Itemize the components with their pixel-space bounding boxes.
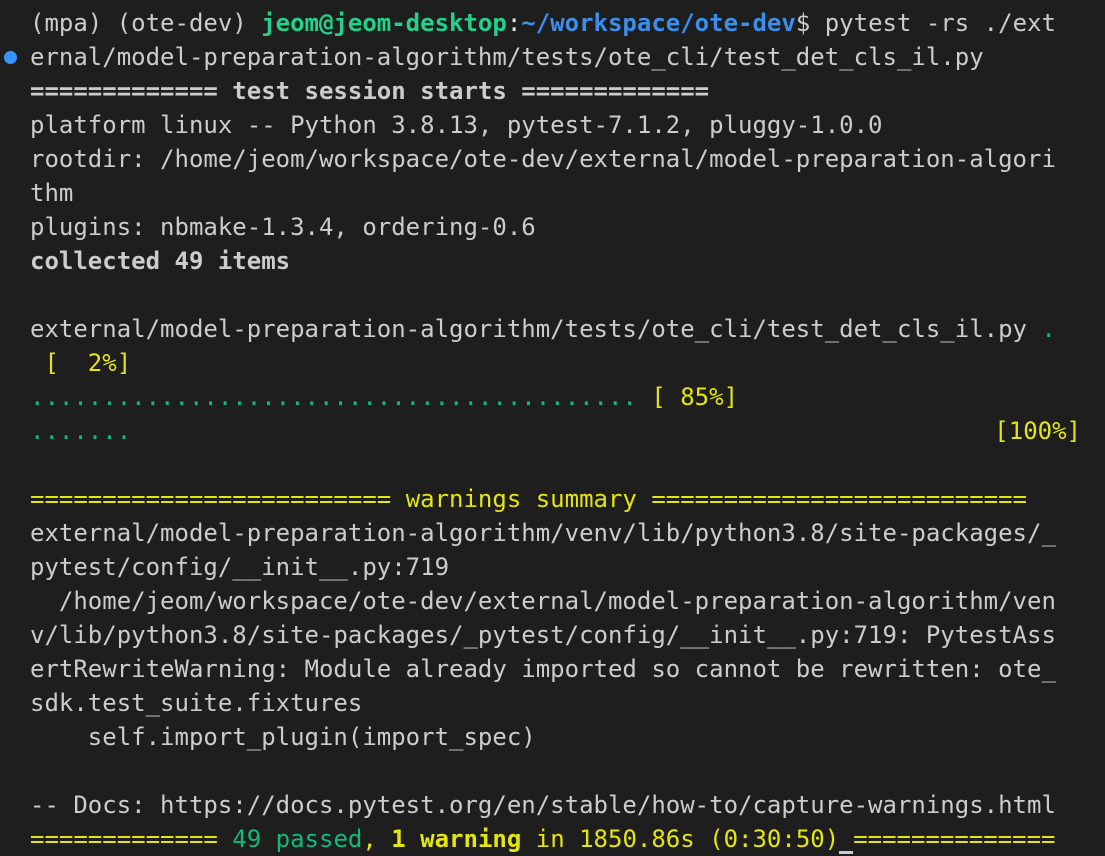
command-decoration-icon[interactable] [4, 51, 17, 64]
warnings-title: warnings summary [405, 485, 637, 513]
prompt-user-host: jeom@jeom-desktop [261, 9, 507, 37]
progress-line-1: external/model-preparation-algorithm/tes… [30, 312, 1105, 346]
terminal-cursor [839, 851, 854, 854]
rootdir-info-continued: thm [30, 179, 74, 207]
warning-detail: /home/jeom/workspace/ote-dev/external/mo… [30, 587, 1056, 615]
warnings-rule-right: ========================== [636, 485, 1028, 513]
progress-dots: . [1041, 315, 1056, 343]
docs-link-line[interactable]: -- Docs: https://docs.pytest.org/en/stab… [30, 788, 1105, 822]
progress-line-1-percent: [ 2%] [30, 346, 1105, 380]
warnings-rule-left: ========================= [30, 485, 406, 513]
rootdir-info: rootdir: /home/jeom/workspace/ote-dev/ex… [30, 145, 1056, 173]
warning-location: external/model-preparation-algorithm/ven… [30, 519, 1056, 547]
collected-count: collected 49 items [30, 247, 291, 275]
progress-percent: [ 2%] [30, 349, 132, 377]
plugins-info: plugins: nbmake-1.3.4, ordering-0.6 [30, 213, 536, 241]
summary-rule-right: ============== [853, 825, 1056, 853]
summary-rule-left: ============= [30, 825, 233, 853]
warning-location-continued: pytest/config/__init__.py:719 [30, 553, 450, 581]
test-file-path: external/model-preparation-algorithm/tes… [30, 315, 1042, 343]
command-continuation: ernal/model-preparation-algorithm/tests/… [30, 43, 984, 71]
session-header: ============= test session starts ======… [30, 77, 710, 105]
platform-info: platform linux -- Python 3.8.13, pytest-… [30, 111, 883, 139]
docs-link[interactable]: -- Docs: https://docs.pytest.org/en/stab… [30, 791, 1056, 819]
summary-comma: , [362, 825, 392, 853]
warning-detail: sdk.test_suite.fixtures [30, 689, 363, 717]
warning-detail: self.import_plugin(import_spec) [30, 723, 536, 751]
prompt-colon: : [506, 9, 522, 37]
warning-detail: ertRewriteWarning: Module already import… [30, 655, 1056, 683]
prompt-env: (mpa) (ote-dev) [30, 9, 262, 37]
progress-line-2: ........................................… [30, 380, 1105, 414]
warnings-header: ========================= warnings summa… [30, 482, 1105, 516]
warning-count: 1 warning [391, 825, 522, 853]
prompt-dollar: $ [795, 9, 825, 37]
prompt-path: ~/workspace/ote-dev [521, 9, 796, 37]
summary-duration: in 1850.86s (0:30:50) [521, 825, 840, 853]
progress-dots: ....... [30, 417, 132, 445]
terminal-output[interactable]: (mpa) (ote-dev) jeom@jeom-desktop:~/work… [30, 6, 1105, 856]
warning-detail: v/lib/python3.8/site-packages/_pytest/co… [30, 621, 1056, 649]
progress-line-3: ....... [100%] [30, 414, 1105, 448]
result-summary: ============= 49 passed, 1 warning in 18… [30, 822, 1105, 856]
passed-count: 49 passed [232, 825, 363, 853]
command-text: pytest -rs ./ext [824, 9, 1056, 37]
progress-percent: [100%] [994, 417, 1081, 445]
progress-dots: ........................................… [30, 383, 637, 411]
progress-percent: [ 85%] [636, 383, 739, 411]
prompt-line: (mpa) (ote-dev) jeom@jeom-desktop:~/work… [30, 6, 1105, 40]
